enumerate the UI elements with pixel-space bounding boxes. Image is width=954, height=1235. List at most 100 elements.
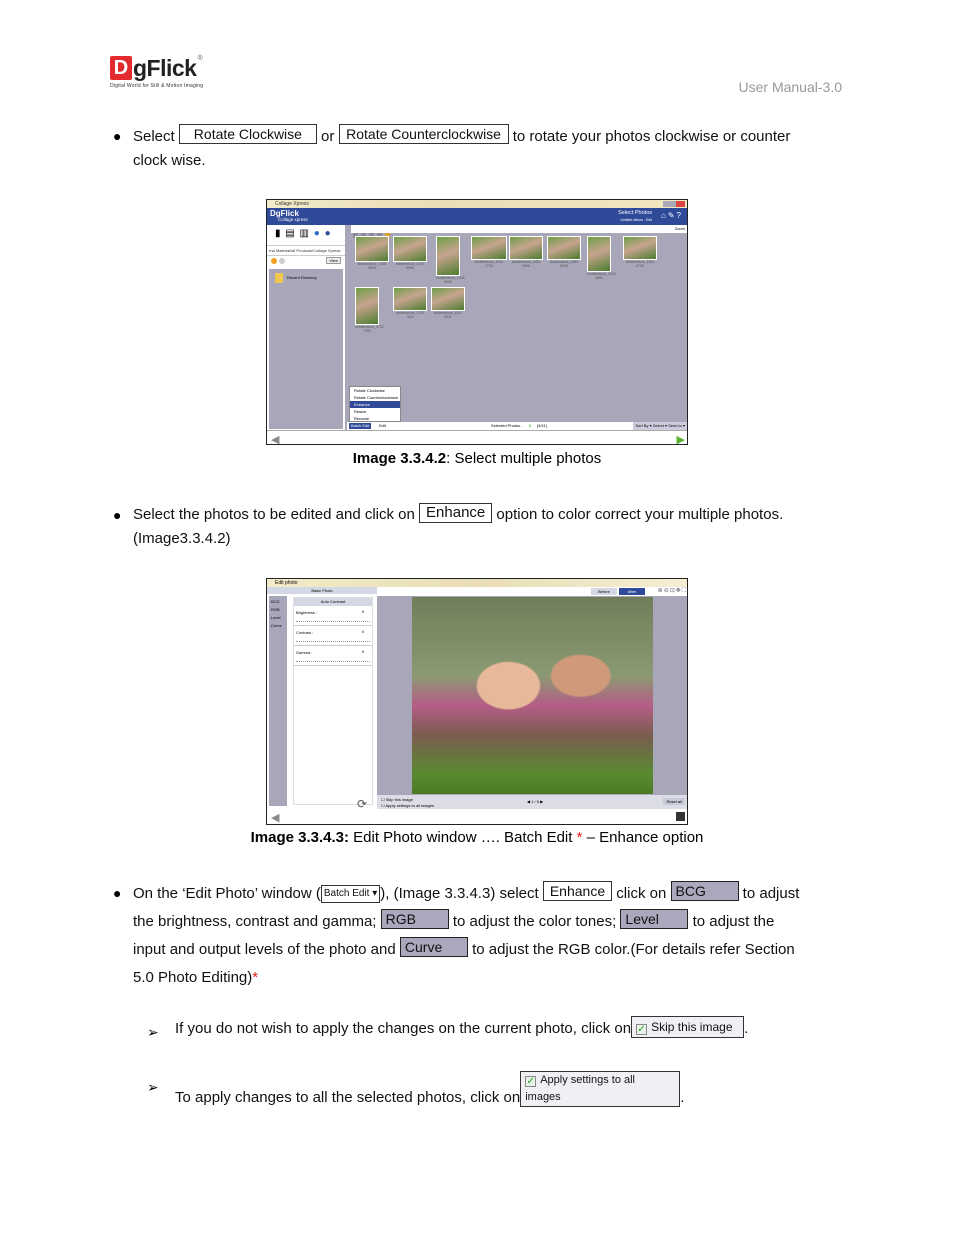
back-arrow-icon[interactable]: ◀ [271,811,279,824]
thumbnail-image [431,287,465,311]
brightness-slider[interactable]: Brightness : 0 [294,606,372,626]
bottom-toolbar: Batch Edit Edit Selected Photos : 6 [4/1… [347,422,687,430]
skip-image-checkbox[interactable]: ☐ Skip this image [381,797,413,802]
tab-bcg[interactable]: BCG [271,598,285,606]
zoom-dropdown[interactable]: Zoom [675,226,685,231]
checkbox-checked-icon: ✓ [525,1076,537,1087]
window-controls[interactable] [663,201,685,207]
contrast-slider[interactable]: Contrast : 0 [294,626,372,646]
curve-button[interactable]: Curve [399,937,468,957]
photo-thumbnail[interactable]: shutterstock_4233 4892 [587,236,616,280]
tab-level[interactable]: Level [271,614,285,622]
asterisk: * [252,969,259,986]
page-indicator: 1 / 5 [531,799,539,804]
menu-item-rename[interactable]: Rename [350,415,400,422]
next-arrow-icon[interactable]: ▶ [677,433,685,444]
menu-item-resize[interactable]: Resize [350,408,400,415]
app-subbrand: Collage xpress [278,217,308,222]
caption-image-3342: Image 3.3.4.2: Select multiple photos [266,450,688,467]
level-button[interactable]: Level [620,909,689,929]
selected-photos-label: Selected Photos : [491,423,523,428]
menu-item-rotate-clockwise[interactable]: Rotate Clockwise [350,387,400,394]
slider-value[interactable]: 0 [362,609,364,614]
rotate-clockwise-button[interactable]: Rotate Clockwise [178,124,317,144]
wrench-icon[interactable]: ✎ [668,211,677,220]
scanner-icon[interactable]: ▤ [285,228,295,239]
header-icons: ⌂✎? [661,211,683,220]
photo-thumbnail[interactable]: shutterstock_1303 9999 [393,236,427,270]
select-dropdown[interactable]: Select [653,423,664,428]
registered-mark: ® [197,55,203,62]
menu-item-rotate-counterclockwise[interactable]: Rotate Counterclockwise [350,394,400,401]
back-arrow-icon[interactable]: ◀ [271,433,279,444]
photo-thumbnail[interactable]: shutterstock_4047 9931 [431,287,465,319]
save-icon[interactable] [676,812,685,821]
send-to-dropdown[interactable]: Send to [668,423,682,428]
text: If you do not wish to apply the changes … [175,1020,632,1037]
before-button[interactable]: Before [591,588,617,595]
text: 5.0 Photo Editing) [133,969,253,986]
batch-edit-dropdown[interactable]: Batch Edit [349,423,372,429]
auto-contrast-button[interactable]: Auto Contrast [294,598,372,606]
after-button[interactable]: After [619,588,645,595]
import-icon[interactable]: ▮ [275,228,282,239]
tab-rgb[interactable]: RGB [271,606,285,614]
bullet-icon: ● [113,128,122,144]
next-icon[interactable]: ▶ [540,799,543,804]
tree-item[interactable]: Recent Directory [287,275,317,280]
edit-tabs: BCG RGB Level Curve [269,596,287,806]
doc-title: User Manual-3.0 [738,79,843,95]
photo-thumbnail[interactable]: shutterstock_1308 9936 [436,236,465,284]
text: the brightness, contrast and gamma; [133,913,377,930]
photo-thumbnail[interactable]: shutterstock_4553 6928 [547,236,581,268]
fullscreen-icon[interactable]: ⛶ [682,588,687,594]
thumbnail-label: shutterstock_3702 7999 [355,325,384,333]
photo-thumbnail[interactable]: shutterstock_3702 7622 [393,287,427,319]
bluetooth-icon[interactable]: ● [314,228,321,239]
apply-all-button[interactable]: ✓ Apply settings to all images [520,1071,681,1107]
sort-by-dropdown[interactable]: Sort By [635,423,648,428]
bcg-button[interactable]: BCG [670,881,739,901]
select-photos-screenshot: Collage Xpress DgFlick Collage xpress Se… [266,199,688,445]
text: Select [133,128,175,145]
gamma-slider[interactable]: Gamma : 0 [294,646,372,666]
enhance-button[interactable]: Enhance [542,881,613,901]
rotate-counterclockwise-button[interactable]: Rotate Counterclockwise [338,124,509,144]
arrow-bullet-icon: ➢ [147,1079,159,1095]
enhance-button[interactable]: Enhance [419,503,493,523]
printer-icon[interactable]: ▥ [300,228,310,239]
slider-track[interactable] [296,641,370,642]
text: input and output levels of the photo and [133,941,396,958]
home-icon[interactable]: ⌂ [661,211,668,220]
prev-icon[interactable]: ◀ [527,799,530,804]
edit-dropdown[interactable]: Edit [379,422,386,430]
help-icon[interactable]: ? [677,211,683,220]
back-icon[interactable] [271,258,277,264]
folder-path[interactable]: rna Material\all Products\Collage Xpress [267,245,345,256]
thumbnail-image [509,236,543,260]
photo-thumbnail[interactable]: shutterstock_4553 6794 [623,236,657,268]
slider-value[interactable]: 0 [362,629,364,634]
menu-item-enhance[interactable]: Enhance [350,401,400,408]
slider-value[interactable]: 0 [362,649,364,654]
bcg-panel: Auto Contrast Brightness :0 Contrast :0 … [293,597,373,805]
view-dropdown[interactable]: View [326,257,341,264]
paragraph-rotate: Select Rotate Clockwise or Rotate Counte… [133,124,833,173]
rgb-button[interactable]: RGB [380,909,449,929]
tab-curve[interactable]: Curve [271,622,285,630]
slider-track[interactable] [296,621,370,622]
facebook-icon[interactable]: ● [325,228,332,239]
photo-thumbnail[interactable]: shutterstock_4310 2726 [471,236,507,268]
photo-thumbnail[interactable]: shutterstock_1308 2629 [355,236,389,270]
photo-thumbnail[interactable]: shutterstock_4553 9995 [509,236,543,268]
skip-image-button[interactable]: ✓ Skip this image [631,1016,745,1038]
thumbnail-label: shutterstock_4310 2726 [474,260,504,268]
page-title: Select Photos [618,210,652,216]
batch-edit-button[interactable]: Batch Edit ▾ [320,885,381,903]
slider-track[interactable] [296,661,370,662]
reset-all-button[interactable]: Reset all [663,798,685,805]
forward-icon[interactable] [279,258,285,264]
text: Select the photos to be edited and click… [133,506,415,523]
apply-all-checkbox[interactable]: ☐ Apply settings to all images [381,803,434,808]
photo-thumbnail[interactable]: shutterstock_3702 7999 [355,287,384,333]
